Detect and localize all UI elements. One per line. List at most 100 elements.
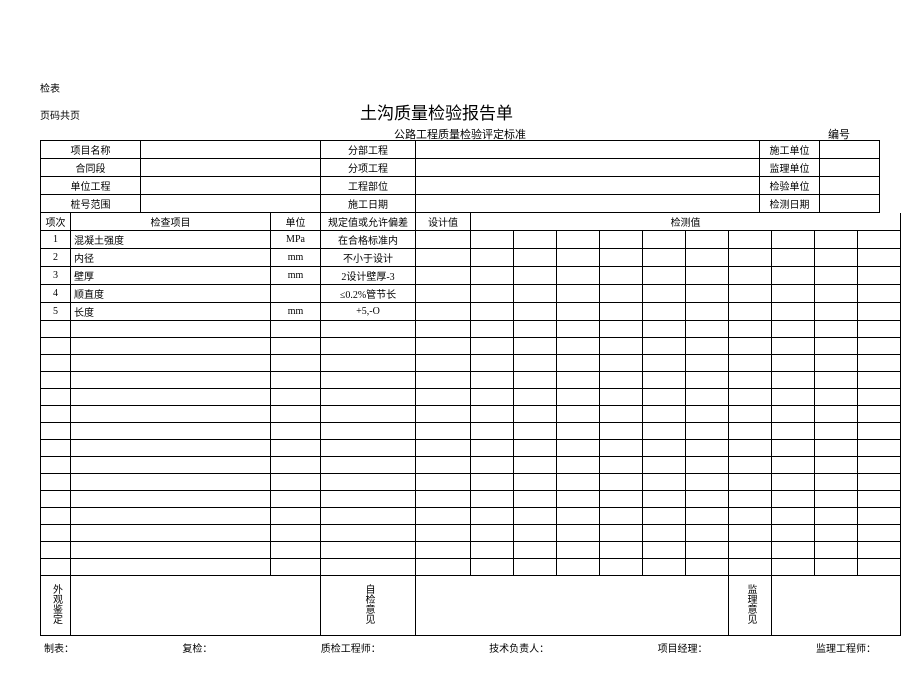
cell bbox=[71, 508, 271, 525]
measure-cell bbox=[557, 303, 600, 321]
cell bbox=[271, 321, 321, 338]
measure-cell bbox=[686, 249, 729, 267]
measure-cell bbox=[858, 321, 901, 338]
measure-cell bbox=[815, 525, 858, 542]
measure-cell bbox=[858, 474, 901, 491]
measure-cell bbox=[643, 423, 686, 440]
cell bbox=[416, 559, 471, 576]
cell bbox=[41, 491, 71, 508]
table-row bbox=[41, 457, 901, 474]
appearance-val bbox=[71, 576, 321, 636]
inspect-unit-val bbox=[820, 177, 880, 195]
cell bbox=[416, 474, 471, 491]
measure-cell bbox=[729, 338, 772, 355]
measure-cell bbox=[858, 303, 901, 321]
cell bbox=[321, 508, 416, 525]
cell bbox=[271, 355, 321, 372]
measure-cell bbox=[858, 542, 901, 559]
measure-cell bbox=[858, 440, 901, 457]
table-row: 2内径mm不小于设计 bbox=[41, 249, 901, 267]
measure-cell bbox=[815, 338, 858, 355]
measure-cell bbox=[514, 406, 557, 423]
measure-cell bbox=[858, 355, 901, 372]
measure-cell bbox=[815, 406, 858, 423]
measure-cell bbox=[729, 389, 772, 406]
supervise-lbl: 监理意见 bbox=[729, 576, 772, 636]
measure-cell bbox=[600, 406, 643, 423]
table-row bbox=[41, 525, 901, 542]
measure-cell bbox=[514, 525, 557, 542]
cell bbox=[41, 321, 71, 338]
measure-cell bbox=[557, 355, 600, 372]
cell bbox=[271, 457, 321, 474]
measure-cell bbox=[557, 285, 600, 303]
col-measured: 检测值 bbox=[471, 213, 901, 231]
measure-cell bbox=[600, 267, 643, 285]
measure-cell bbox=[686, 423, 729, 440]
cell bbox=[416, 423, 471, 440]
cell bbox=[71, 321, 271, 338]
measure-cell bbox=[600, 249, 643, 267]
cell bbox=[41, 338, 71, 355]
cell bbox=[321, 372, 416, 389]
cell bbox=[41, 474, 71, 491]
cell bbox=[321, 525, 416, 542]
measure-cell bbox=[858, 491, 901, 508]
pile-range-lbl: 桩号范围 bbox=[41, 195, 141, 213]
signoff-sup-eng: 监理工程师： bbox=[816, 640, 876, 655]
cell: 3 bbox=[41, 267, 71, 285]
cell bbox=[416, 267, 471, 285]
cell bbox=[271, 406, 321, 423]
cell bbox=[416, 249, 471, 267]
table-row: 1混凝土强度MPa在合格标准内 bbox=[41, 231, 901, 249]
col-seq: 项次 bbox=[41, 213, 71, 231]
measure-cell bbox=[557, 389, 600, 406]
col-unit: 单位 bbox=[271, 213, 321, 231]
measure-cell bbox=[600, 423, 643, 440]
cell: mm bbox=[271, 267, 321, 285]
measure-cell bbox=[772, 559, 815, 576]
measure-cell bbox=[858, 372, 901, 389]
measure-cell bbox=[600, 457, 643, 474]
cell bbox=[41, 559, 71, 576]
measure-cell bbox=[557, 542, 600, 559]
measure-cell bbox=[643, 249, 686, 267]
measure-cell bbox=[815, 559, 858, 576]
signoff-tabulate: 制表： bbox=[44, 640, 74, 655]
measure-cell bbox=[557, 249, 600, 267]
measure-cell bbox=[815, 372, 858, 389]
measure-cell bbox=[772, 321, 815, 338]
unit-proj-lbl: 单位工程 bbox=[41, 177, 141, 195]
measure-cell bbox=[729, 508, 772, 525]
measure-cell bbox=[557, 321, 600, 338]
measure-cell bbox=[643, 406, 686, 423]
measure-cell bbox=[557, 440, 600, 457]
measure-cell bbox=[729, 491, 772, 508]
project-name-lbl: 项目名称 bbox=[41, 141, 141, 159]
cell: mm bbox=[271, 249, 321, 267]
measure-cell bbox=[772, 491, 815, 508]
measure-cell bbox=[643, 440, 686, 457]
table-row: 4顺直度≤0.2%管节长 bbox=[41, 285, 901, 303]
cell bbox=[271, 338, 321, 355]
measure-cell bbox=[686, 303, 729, 321]
measure-cell bbox=[514, 249, 557, 267]
measure-cell bbox=[729, 440, 772, 457]
measure-cell bbox=[514, 303, 557, 321]
cell bbox=[416, 285, 471, 303]
measure-cell bbox=[772, 249, 815, 267]
measure-cell bbox=[514, 508, 557, 525]
measure-cell bbox=[557, 267, 600, 285]
measure-cell bbox=[514, 267, 557, 285]
column-header-row: 项次 检查项目 单位 规定值或允许偏差 设计值 检测值 bbox=[41, 213, 901, 231]
table-row bbox=[41, 542, 901, 559]
table-row bbox=[41, 491, 901, 508]
contract-lbl: 合同段 bbox=[41, 159, 141, 177]
measure-cell bbox=[643, 457, 686, 474]
page-of-label: 页码共页 bbox=[40, 107, 360, 122]
measure-cell bbox=[643, 355, 686, 372]
measure-cell bbox=[772, 267, 815, 285]
cell: mm bbox=[271, 303, 321, 321]
measure-cell bbox=[858, 406, 901, 423]
measure-cell bbox=[600, 559, 643, 576]
